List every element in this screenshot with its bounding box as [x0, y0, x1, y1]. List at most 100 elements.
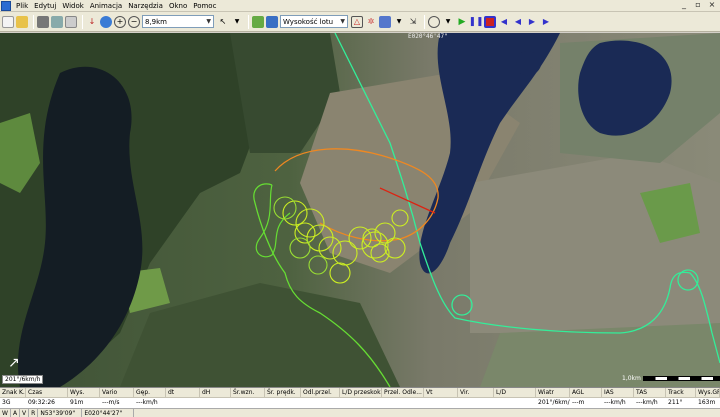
column-header[interactable]: Wiatr — [536, 388, 570, 398]
table-cell — [340, 398, 382, 408]
column-header[interactable]: Wys.GP — [696, 388, 720, 398]
status-mode-r: R — [29, 408, 39, 417]
toolbar-separator — [424, 14, 425, 29]
stop-icon[interactable] — [484, 15, 496, 28]
restore-button[interactable]: ▫ — [694, 1, 702, 9]
toolbar-separator — [82, 14, 83, 29]
column-header[interactable]: Znak K. — [0, 388, 26, 398]
save-flight-icon[interactable] — [266, 15, 278, 28]
table-cell — [382, 398, 424, 408]
table-cell: ---m/s — [102, 399, 120, 406]
task-triangle-icon[interactable]: △ — [351, 15, 363, 28]
minimize-button[interactable]: _ — [680, 1, 688, 9]
chevron-down-icon: ▼ — [340, 18, 345, 25]
column-header[interactable]: dH — [200, 388, 231, 398]
column-header[interactable]: Track — [666, 388, 696, 398]
ruler-icon[interactable]: ⇲ — [407, 16, 419, 28]
close-button[interactable]: × — [708, 1, 716, 9]
clock-icon[interactable] — [428, 15, 440, 28]
table-cell — [301, 398, 340, 408]
step-back-icon[interactable]: ◀ — [512, 16, 524, 28]
chart-dropdown-icon[interactable]: ▼ — [393, 16, 405, 28]
table-cell: 3G — [2, 399, 11, 406]
column-header[interactable]: Gęp. — [134, 388, 166, 398]
table-cell — [265, 398, 301, 408]
chart-icon[interactable] — [379, 15, 391, 28]
open-flight-icon[interactable] — [252, 15, 264, 28]
status-longitude: E020°44'27" — [82, 408, 135, 417]
pause-icon[interactable]: ❚❚ — [468, 16, 483, 28]
toolbar-separator — [33, 14, 34, 29]
column-header[interactable]: IAS — [602, 388, 634, 398]
column-header[interactable]: L/D — [494, 388, 536, 398]
zoom-value: 8,9km — [145, 17, 168, 26]
menu-okno[interactable]: Okno — [166, 0, 190, 12]
table-cell — [200, 398, 231, 408]
altitude-mode-select[interactable]: Wysokość lotu ▼ — [280, 15, 348, 28]
column-header[interactable]: Śr. prędk. — [265, 388, 301, 398]
open-folder-icon[interactable] — [16, 15, 28, 28]
column-header[interactable]: TAS — [634, 388, 666, 398]
column-header[interactable]: dt — [166, 388, 200, 398]
column-header[interactable]: Vario — [100, 388, 134, 398]
step-forward-icon[interactable]: ▶ — [526, 16, 538, 28]
column-header[interactable]: Śr.wzn. — [231, 388, 265, 398]
rewind-icon[interactable]: ◀ — [498, 16, 510, 28]
table-cell: ---km/h — [136, 399, 158, 406]
map-coordinate-label: E020°46'47" — [408, 33, 448, 40]
zoom-select[interactable]: 8,9km ▼ — [142, 15, 214, 28]
column-header[interactable]: Vt — [424, 388, 458, 398]
menu-narzedzia[interactable]: Narzędzia — [125, 0, 166, 12]
column-header[interactable]: Wys. — [68, 388, 100, 398]
column-header[interactable]: Vir. — [458, 388, 494, 398]
table-cell: 201°/6km/h---m — [538, 399, 570, 406]
map-view[interactable]: E020°46'47" ↗ 201°/6km/h 1,0km — [0, 33, 720, 387]
toolbar: ↓ + − 8,9km ▼ ↖ ▼ Wysokość lotu ▼ △ ✲ ▼ … — [0, 12, 720, 32]
satellite-map — [0, 33, 720, 387]
table-row[interactable]: 3G 09:32:26 91m ---m/s ---km/h 201°/6km/… — [0, 398, 720, 408]
column-header[interactable]: AGL — [570, 388, 602, 398]
column-header[interactable]: Odl.przel. — [301, 388, 340, 398]
menu-bar: Plik Edytuj Widok Animacja Narzędzia Okn… — [0, 0, 720, 12]
table-cell: 163m — [698, 399, 716, 406]
column-header[interactable]: L/D przeskok — [340, 388, 382, 398]
print-preview-icon[interactable] — [51, 15, 63, 28]
chevron-down-icon: ▼ — [206, 18, 211, 25]
wind-indicator: 201°/6km/h — [2, 375, 44, 384]
globe-icon[interactable] — [100, 15, 112, 28]
altitude-mode-value: Wysokość lotu — [283, 17, 334, 26]
thermal-icon[interactable]: ✲ — [365, 16, 377, 28]
table-cell: ---m — [572, 399, 585, 406]
flight-info-icon[interactable]: ↓ — [86, 16, 98, 28]
app-icon — [1, 0, 11, 11]
table-cell — [458, 398, 494, 408]
dropdown-small-icon[interactable]: ▼ — [231, 16, 243, 28]
scale-bar — [642, 376, 720, 381]
status-bar: W A V R N53°39'09" E020°44'27" — [0, 408, 720, 417]
table-cell: 09:32:26 — [28, 399, 55, 406]
table-cell: 91m — [70, 399, 84, 406]
menu-edytuj[interactable]: Edytuj — [31, 0, 59, 12]
menu-plik[interactable]: Plik — [13, 0, 31, 12]
menu-animacja[interactable]: Animacja — [87, 0, 125, 12]
cursor-help-icon[interactable]: ↖ — [217, 16, 229, 28]
zoom-out-icon[interactable]: − — [128, 15, 140, 28]
table-cell: ---km/h — [604, 399, 626, 406]
zoom-in-icon[interactable]: + — [114, 15, 126, 28]
fast-forward-icon[interactable]: ▶ — [540, 16, 552, 28]
field-area — [470, 153, 720, 333]
column-header[interactable]: Czas — [26, 388, 68, 398]
play-icon[interactable]: ▶ — [456, 16, 468, 28]
clock-dropdown-icon[interactable]: ▼ — [442, 16, 454, 28]
new-file-icon[interactable] — [2, 15, 14, 28]
north-arrow-icon: ↗ — [8, 355, 20, 371]
menu-widok[interactable]: Widok — [59, 0, 87, 12]
print-icon[interactable] — [37, 15, 49, 28]
status-latitude: N53°39'09" — [38, 408, 83, 417]
table-cell: ---km/h — [636, 399, 658, 406]
column-header[interactable]: Przel. Odle... — [382, 388, 424, 398]
copy-icon[interactable] — [65, 15, 77, 28]
table-cell: 211° — [668, 399, 683, 406]
menu-pomoc[interactable]: Pomoc — [190, 0, 219, 12]
table-cell — [424, 398, 458, 408]
